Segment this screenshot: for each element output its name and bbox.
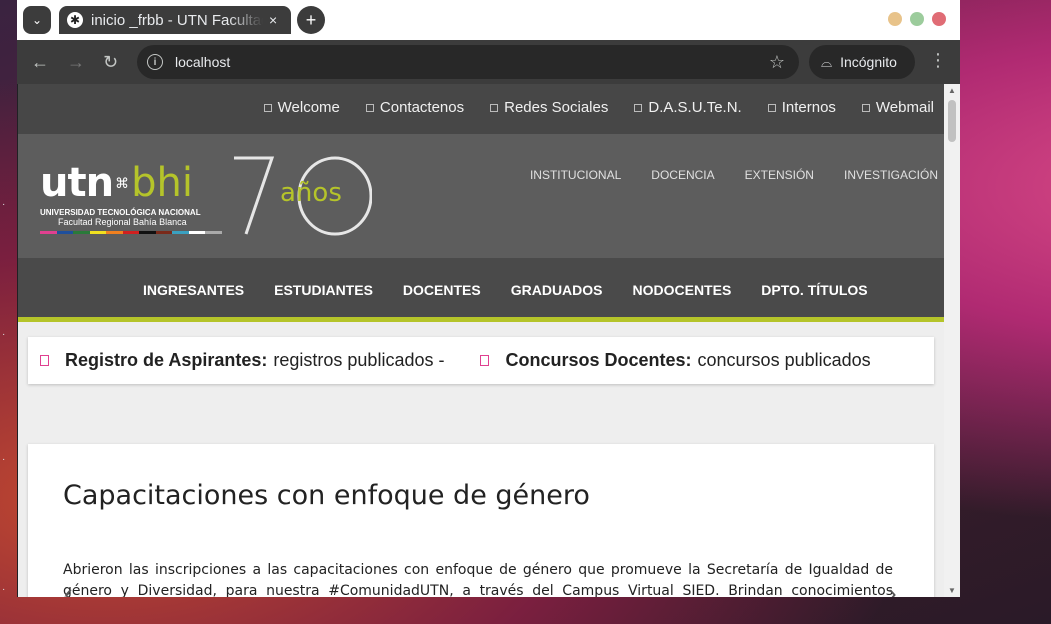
maximize-button[interactable] <box>910 12 924 26</box>
site-topbar: Welcome Contactenos Redes Sociales D.A.S… <box>18 84 944 134</box>
utn-favicon-icon: ✱ <box>67 12 83 28</box>
browser-window: ⌄ ✱ inicio _frbb - UTN Facultad Regional… <box>17 0 960 597</box>
logo-bhi-text: bhi <box>131 160 193 206</box>
browser-tab-active[interactable]: ✱ inicio _frbb - UTN Facultad Regional B… <box>59 6 291 34</box>
topbar-link-label: Internos <box>781 99 836 116</box>
main-nav-docentes[interactable]: DOCENTES <box>403 282 481 298</box>
tab-bar: ⌄ ✱ inicio _frbb - UTN Facultad Regional… <box>17 0 960 40</box>
back-arrow-icon[interactable]: ← <box>31 52 49 73</box>
main-nav-graduados[interactable]: GRADUADOS <box>511 282 603 298</box>
article-title[interactable]: Capacitaciones con enfoque de género <box>63 480 590 511</box>
utn-bhi-logo[interactable]: utn ⌘bhi UNIVERSIDAD TECNOLÓGICA NACIONAL… <box>40 160 223 234</box>
forward-arrow-icon[interactable]: → <box>67 52 85 73</box>
nav-docencia[interactable]: DOCENCIA <box>651 168 714 182</box>
link-bullet-icon <box>634 103 643 112</box>
anniversary-label: años <box>280 178 342 208</box>
logo-color-stripe <box>40 231 223 234</box>
browser-toolbar: ← → ↻ i localhost ☆ ⌓ Incógnito ⋮ <box>17 40 960 84</box>
main-nav-items: INGRESANTES ESTUDIANTES DOCENTES GRADUAD… <box>143 282 898 298</box>
scroll-down-arrow-icon[interactable]: ▼ <box>948 586 956 595</box>
ticker-item-heading: Concursos Docentes: <box>505 350 692 370</box>
incognito-indicator[interactable]: ⌓ Incógnito <box>809 45 915 79</box>
page-scrollbar[interactable]: ▲ ▼ <box>944 84 960 597</box>
topbar-link-label: Redes Sociales <box>504 99 609 116</box>
topbar-link-redes-sociales[interactable]: Redes Sociales <box>490 99 608 116</box>
minimize-button[interactable] <box>888 12 902 26</box>
news-carousel-card: Capacitaciones con enfoque de género Abr… <box>28 444 934 597</box>
link-bullet-icon <box>263 103 272 112</box>
nav-institucional[interactable]: INSTITUCIONAL <box>530 168 621 182</box>
topbar-link-label: Contactenos <box>379 99 465 116</box>
new-tab-button[interactable]: + <box>297 6 325 34</box>
site-info-icon[interactable]: i <box>147 54 163 70</box>
incognito-label: Incógnito <box>840 54 897 70</box>
news-ticker: Registro de Aspirantes: registros public… <box>28 337 934 384</box>
carousel-next-icon[interactable]: › <box>888 578 897 597</box>
topbar-link-welcome[interactable]: Welcome <box>263 99 340 116</box>
chevron-down-icon: ⌄ <box>31 13 43 27</box>
topbar-link-label: D.A.S.U.Te.N. <box>648 99 742 116</box>
topbar-link-contactenos[interactable]: Contactenos <box>365 99 465 116</box>
main-nav-estudiantes[interactable]: ESTUDIANTES <box>274 282 373 298</box>
ticker-item[interactable]: Registro de Aspirantes: registros public… <box>40 350 444 371</box>
ticker-item[interactable]: Concursos Docentes: concursos publicados <box>480 350 871 371</box>
scrollbar-thumb[interactable] <box>948 100 956 142</box>
topbar-link-label: Welcome <box>277 99 340 116</box>
utn-emblem-icon: ⌘ <box>115 175 130 191</box>
logo-utn-text: utn <box>40 160 114 206</box>
desktop-edge-mark: · <box>2 199 6 210</box>
link-bullet-icon <box>490 103 499 112</box>
close-tab-icon[interactable]: × <box>269 12 277 28</box>
scroll-up-arrow-icon[interactable]: ▲ <box>948 86 956 95</box>
article-body: Abrieron las inscripciones a las capacit… <box>63 562 893 597</box>
main-nav-ingresantes[interactable]: INGRESANTES <box>143 282 244 298</box>
topbar-link-label: Webmail <box>875 99 934 116</box>
site-header: utn ⌘bhi UNIVERSIDAD TECNOLÓGICA NACIONAL… <box>18 134 944 258</box>
topbar-link-dasuten[interactable]: D.A.S.U.Te.N. <box>634 99 742 116</box>
incognito-icon: ⌓ <box>821 53 833 70</box>
ticker-item-text: concursos publicados <box>697 350 871 370</box>
bookmark-star-icon[interactable]: ☆ <box>769 52 785 73</box>
nav-investigacion[interactable]: INVESTIGACIÓN <box>844 168 938 182</box>
logo-university-name: UNIVERSIDAD TECNOLÓGICA NACIONAL <box>40 208 201 217</box>
main-nav-dpto-titulos[interactable]: DPTO. TÍTULOS <box>761 282 867 298</box>
ticker-bullet-icon <box>40 355 49 366</box>
web-page: Welcome Contactenos Redes Sociales D.A.S… <box>18 84 944 597</box>
ticker-bullet-icon <box>480 355 490 366</box>
link-bullet-icon <box>365 103 374 112</box>
header-nav: INSTITUCIONAL DOCENCIA EXTENSIÓN INVESTI… <box>500 168 938 182</box>
link-bullet-icon <box>767 103 776 112</box>
tab-search-button[interactable]: ⌄ <box>23 6 51 34</box>
topbar-link-webmail[interactable]: Webmail <box>861 99 934 116</box>
main-nav-nodocentes[interactable]: NODOCENTES <box>633 282 732 298</box>
ticker-item-heading: Registro de Aspirantes: <box>65 350 268 370</box>
address-bar[interactable]: i localhost ☆ <box>137 45 799 79</box>
desktop-edge-mark: · <box>2 584 6 595</box>
link-bullet-icon <box>861 103 870 112</box>
topbar-links: Welcome Contactenos Redes Sociales D.A.S… <box>238 99 934 116</box>
browser-menu-icon[interactable]: ⋮ <box>929 50 947 71</box>
carousel-prev-icon[interactable]: ‹ <box>64 578 73 597</box>
desktop-edge-mark: · <box>2 454 6 465</box>
url-text[interactable]: localhost <box>175 54 230 70</box>
desktop-edge-mark: · <box>2 329 6 340</box>
nav-extension[interactable]: EXTENSIÓN <box>745 168 814 182</box>
reload-icon[interactable]: ↻ <box>103 52 118 73</box>
ticker-item-text: registros publicados - <box>273 350 445 370</box>
main-nav: INGRESANTES ESTUDIANTES DOCENTES GRADUAD… <box>18 258 944 322</box>
topbar-link-internos[interactable]: Internos <box>767 99 836 116</box>
close-window-button[interactable] <box>932 12 946 26</box>
tab-title: inicio _frbb - UTN Facultad Regional Bah… <box>91 11 263 29</box>
logo-faculty-name: Facultad Regional Bahía Blanca <box>58 217 187 227</box>
